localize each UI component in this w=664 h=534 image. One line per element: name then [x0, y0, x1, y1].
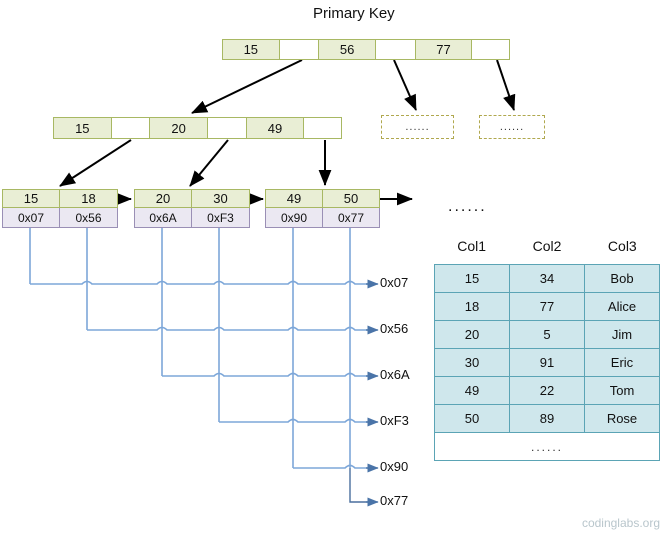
watermark: codinglabs.org: [581, 516, 660, 530]
leaf-node-1[interactable]: 15 18 0x07 0x56: [2, 189, 118, 228]
pointer-label-0x07: 0x07: [380, 275, 409, 290]
leaf-3-pointers: 0x90 0x77: [265, 208, 380, 228]
internal-cell-4[interactable]: 49: [246, 118, 305, 138]
table-row[interactable]: 15 34 Bob: [434, 264, 660, 293]
table-row[interactable]: 50 89 Rose: [434, 404, 660, 433]
leaf-1-key-1[interactable]: 18: [60, 190, 117, 207]
leaf-3-pointer-0[interactable]: 0x90: [266, 208, 323, 227]
leaf-2-key-0[interactable]: 20: [135, 190, 192, 207]
pointer-label-0x77: 0x77: [380, 493, 409, 508]
leaf-node-3[interactable]: 49 50 0x90 0x77: [265, 189, 380, 228]
table-cell: 20: [434, 320, 510, 349]
root-node[interactable]: 15 56 77: [222, 39, 510, 60]
table-row[interactable]: 18 77 Alice: [434, 292, 660, 321]
root-cell-3[interactable]: [375, 40, 416, 59]
internal-cell-3[interactable]: [207, 118, 247, 138]
table-cell: 5: [509, 320, 585, 349]
table-cell: 91: [509, 348, 585, 377]
root-cell-2[interactable]: 56: [319, 40, 376, 59]
leaf-2-pointers: 0x6A 0xF3: [134, 208, 250, 228]
table-cell: 89: [509, 404, 585, 433]
table-header-col3: Col3: [607, 238, 637, 254]
table-header-col2: Col2: [532, 238, 562, 254]
table-cell: Alice: [584, 292, 660, 321]
dashed-placeholder-2: ......: [479, 115, 545, 139]
table-cell-ellipsis: ......: [434, 432, 660, 461]
table-cell: Bob: [584, 264, 660, 293]
table-cell: Tom: [584, 376, 660, 405]
internal-node[interactable]: 15 20 49: [53, 117, 342, 139]
pointer-label-0xF3: 0xF3: [380, 413, 409, 428]
table-cell: 50: [434, 404, 510, 433]
pointer-label-0x56: 0x56: [380, 321, 409, 336]
root-cell-1[interactable]: [279, 40, 320, 59]
leaf-3-key-0[interactable]: 49: [266, 190, 323, 207]
dashed-placeholder-1: ......: [381, 115, 454, 139]
root-cell-4[interactable]: 77: [415, 40, 473, 59]
page-title: Primary Key: [313, 5, 395, 22]
table-cell: Jim: [584, 320, 660, 349]
leaf-1-pointers: 0x07 0x56: [2, 208, 118, 228]
table-header-col1: Col1: [457, 238, 487, 254]
leaf-1-keys: 15 18: [2, 189, 118, 208]
diagram-canvas: Primary Key 15 56 77 15 20 49 ...... ...…: [0, 0, 664, 534]
leaf-2-pointer-1[interactable]: 0xF3: [192, 208, 249, 227]
pointer-label-0x90: 0x90: [380, 459, 409, 474]
table-row-ellipsis: ......: [434, 432, 660, 461]
leaf-1-pointer-1[interactable]: 0x56: [60, 208, 117, 227]
data-table-wrapper: 15 34 Bob 18 77 Alice 20 5 Jim 30 91 Eri…: [434, 264, 660, 461]
internal-cell-5[interactable]: [304, 118, 341, 138]
internal-cell-0[interactable]: 15: [54, 118, 112, 138]
data-table: 15 34 Bob 18 77 Alice 20 5 Jim 30 91 Eri…: [434, 264, 660, 461]
internal-cell-1[interactable]: [111, 118, 151, 138]
leaf-1-key-0[interactable]: 15: [3, 190, 60, 207]
pointer-label-0x6A: 0x6A: [380, 367, 410, 382]
table-row[interactable]: 30 91 Eric: [434, 348, 660, 377]
table-column-headers: Col1 Col2 Col3: [434, 238, 660, 254]
table-row[interactable]: 49 22 Tom: [434, 376, 660, 405]
table-cell: 34: [509, 264, 585, 293]
table-cell: 22: [509, 376, 585, 405]
leaf-2-pointer-0[interactable]: 0x6A: [135, 208, 192, 227]
table-cell: 15: [434, 264, 510, 293]
table-cell: 30: [434, 348, 510, 377]
table-cell: Rose: [584, 404, 660, 433]
table-cell: 18: [434, 292, 510, 321]
table-cell: 49: [434, 376, 510, 405]
leaf-1-pointer-0[interactable]: 0x07: [3, 208, 60, 227]
table-cell: Eric: [584, 348, 660, 377]
leaf-3-pointer-1[interactable]: 0x77: [323, 208, 379, 227]
leaf-2-keys: 20 30: [134, 189, 250, 208]
leaf-2-key-1[interactable]: 30: [192, 190, 249, 207]
leaf-node-2[interactable]: 20 30 0x6A 0xF3: [134, 189, 250, 228]
table-row[interactable]: 20 5 Jim: [434, 320, 660, 349]
leaf-overflow-ellipsis: ......: [448, 198, 487, 215]
root-cell-5[interactable]: [472, 40, 509, 59]
internal-cell-2[interactable]: 20: [150, 118, 208, 138]
leaf-3-key-1[interactable]: 50: [323, 190, 379, 207]
table-cell: 77: [509, 292, 585, 321]
leaf-3-keys: 49 50: [265, 189, 380, 208]
root-cell-0[interactable]: 15: [223, 40, 280, 59]
